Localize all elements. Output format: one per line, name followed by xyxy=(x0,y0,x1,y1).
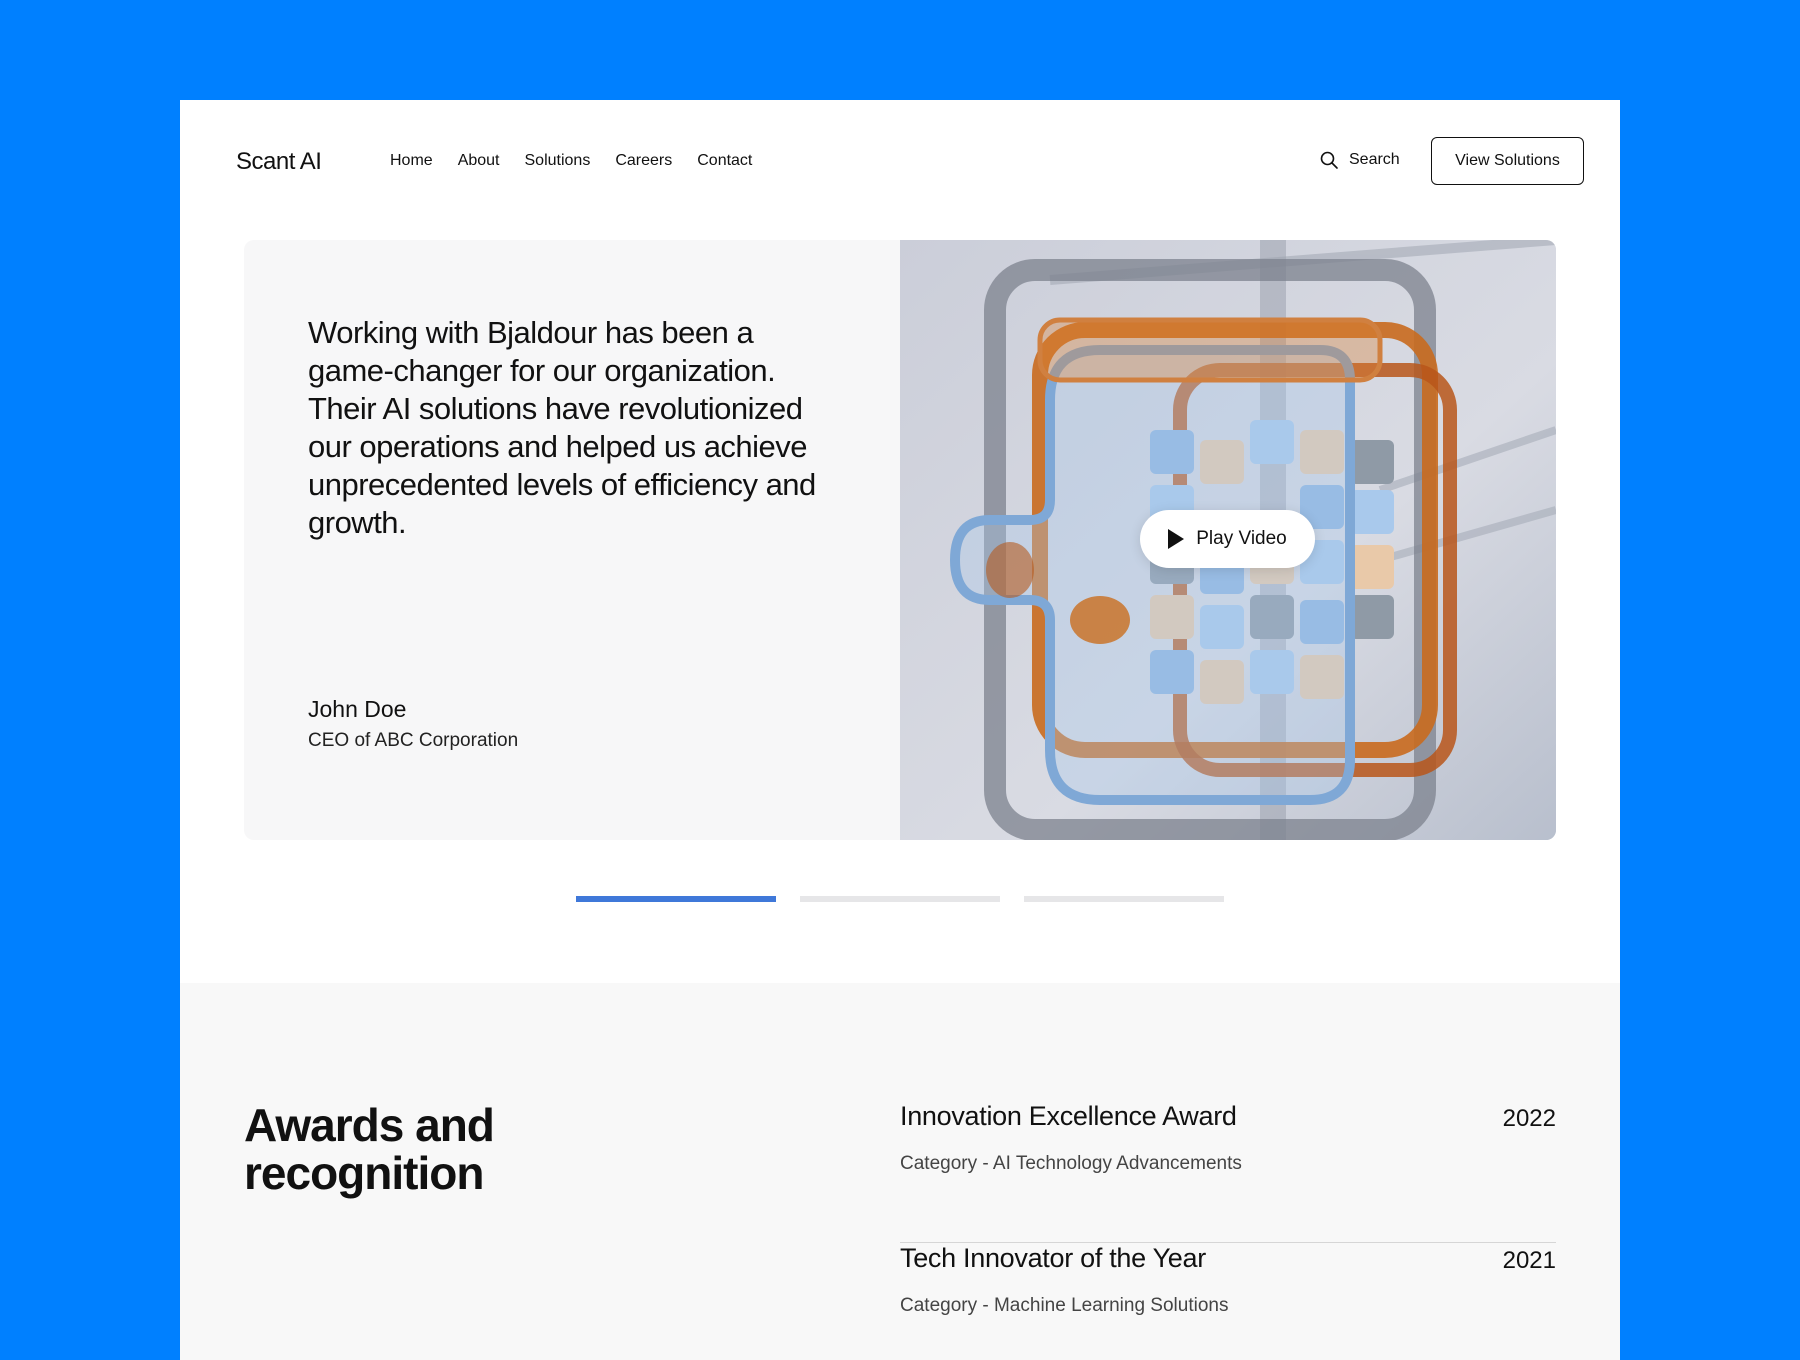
search-icon xyxy=(1320,151,1338,169)
logo[interactable]: Scant AI xyxy=(236,148,322,176)
video-thumbnail[interactable]: Play Video xyxy=(900,240,1556,840)
search-button[interactable]: Search xyxy=(1319,150,1400,170)
pager-dot-3[interactable] xyxy=(1024,896,1224,902)
nav-careers[interactable]: Careers xyxy=(615,152,672,170)
page: Scant AI Home About Solutions Careers Co… xyxy=(180,100,1620,1360)
awards-section: Awards and recognition Innovation Excell… xyxy=(180,983,1620,1360)
award-name: Tech Innovator of the Year xyxy=(900,1243,1206,1273)
nav-contact[interactable]: Contact xyxy=(697,152,752,170)
award-category: Category - AI Technology Advancements xyxy=(900,1153,1242,1174)
view-solutions-button[interactable]: View Solutions xyxy=(1431,137,1584,185)
nav-about[interactable]: About xyxy=(458,152,500,170)
main-nav: Home About Solutions Careers Contact xyxy=(390,152,752,170)
carousel-pager xyxy=(576,896,1224,902)
play-video-label: Play Video xyxy=(1196,528,1287,549)
testimonial-quote: Working with Bjaldour has been a game-ch… xyxy=(308,315,816,540)
search-label: Search xyxy=(1349,151,1400,168)
award-item: Innovation Excellence Award 2022 Categor… xyxy=(900,1101,1556,1243)
testimonial-card: Working with Bjaldour has been a game-ch… xyxy=(244,240,1556,840)
award-item: Tech Innovator of the Year 2021 Category… xyxy=(900,1243,1556,1360)
author-name: John Doe xyxy=(308,696,407,722)
site-header: Scant AI Home About Solutions Careers Co… xyxy=(180,100,1620,222)
award-category: Category - Machine Learning Solutions xyxy=(900,1295,1229,1316)
play-video-button[interactable]: Play Video xyxy=(1140,510,1315,568)
play-icon xyxy=(1168,529,1185,549)
author-role: CEO of ABC Corporation xyxy=(308,730,519,751)
pager-dot-1[interactable] xyxy=(576,896,776,902)
award-year: 2022 xyxy=(1502,1105,1556,1132)
awards-title: Awards and recognition xyxy=(244,1099,495,1199)
nav-home[interactable]: Home xyxy=(390,152,433,170)
pager-dot-2[interactable] xyxy=(800,896,1000,902)
award-name: Innovation Excellence Award xyxy=(900,1101,1237,1131)
award-year: 2021 xyxy=(1502,1247,1556,1274)
nav-solutions[interactable]: Solutions xyxy=(525,152,591,170)
